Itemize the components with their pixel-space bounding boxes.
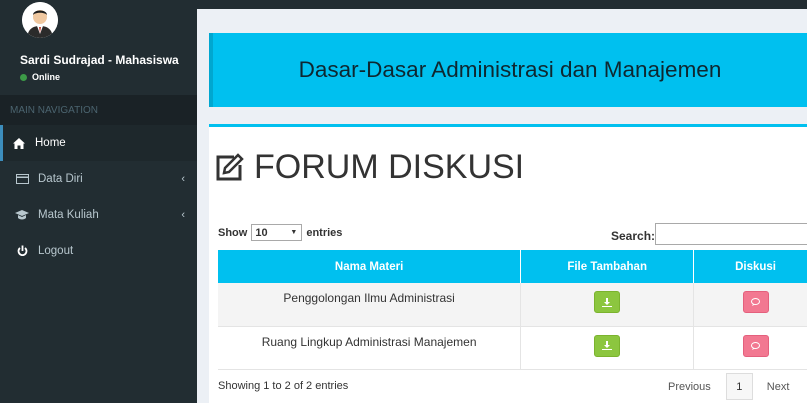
online-status-icon [20, 73, 27, 81]
previous-page-button[interactable]: Previous [668, 381, 711, 393]
page-title-text: FORUM DISKUSI [254, 148, 525, 186]
column-header-diskusi[interactable]: Diskusi [693, 250, 807, 283]
comment-icon [751, 341, 761, 350]
column-header-nama-materi[interactable]: Nama Materi [218, 250, 522, 283]
next-page-button[interactable]: Next [767, 381, 790, 393]
cell-nama-materi: Penggolongan Ilmu Administrasi [218, 283, 522, 327]
sidebar-item-home[interactable]: Home [0, 125, 197, 161]
comment-icon [751, 298, 761, 306]
user-panel: Sardi Sudrajad - Mahasiswa Online [0, 0, 197, 95]
download-button[interactable] [594, 291, 621, 313]
chevron-left-icon: ‹ [181, 209, 185, 221]
materi-table: Nama Materi File Tambahan Diskusi Penggo… [218, 250, 807, 370]
chevron-down-icon: ▼ [290, 229, 298, 236]
sidebar-menu: Home Data Diri ‹ Mata Kuliah ‹ Logout [0, 125, 197, 269]
cell-file [520, 326, 695, 370]
sidebar: Sardi Sudrajad - Mahasiswa Online MAIN N… [0, 0, 197, 403]
sidebar-item-label: Home [35, 137, 66, 149]
download-icon [602, 297, 613, 307]
entries-select[interactable]: 10 ▼ [251, 224, 303, 241]
cell-file [520, 283, 695, 327]
power-icon [15, 244, 29, 258]
table-info: Showing 1 to 2 of 2 entries [218, 380, 349, 392]
search-input[interactable] [655, 223, 807, 245]
edit-icon [214, 152, 244, 183]
home-icon [12, 136, 26, 150]
sidebar-item-data-diri[interactable]: Data Diri ‹ [0, 161, 197, 197]
sidebar-item-label: Mata Kuliah [38, 209, 99, 221]
table-header-row: Nama Materi File Tambahan Diskusi [218, 250, 807, 283]
search-label: Search: [611, 229, 656, 243]
sidebar-item-label: Data Diri [38, 173, 83, 185]
entries-length-control: Show 10 ▼ entries [218, 224, 342, 241]
page-title: FORUM DISKUSI [214, 148, 524, 187]
page-button-1[interactable]: 1 [725, 373, 753, 400]
id-card-icon [15, 172, 29, 186]
graduation-cap-icon [15, 208, 29, 222]
entries-label: entries [306, 226, 343, 239]
column-header-file-tambahan[interactable]: File Tambahan [520, 250, 695, 283]
discussion-button[interactable] [742, 334, 769, 357]
cell-diskusi [693, 283, 807, 327]
cell-nama-materi: Ruang Lingkup Administrasi Manajemen [218, 326, 522, 370]
entries-select-value: 10 [255, 226, 268, 239]
user-avatar [22, 2, 58, 38]
download-button[interactable] [594, 334, 621, 357]
show-label: Show [218, 226, 248, 239]
top-navbar [197, 0, 807, 9]
pagination: Previous 1 Next [668, 373, 789, 400]
discussion-button[interactable] [742, 291, 769, 313]
sidebar-item-logout[interactable]: Logout [0, 233, 197, 269]
user-status: Online [20, 72, 60, 82]
sidebar-item-mata-kuliah[interactable]: Mata Kuliah ‹ [0, 197, 197, 233]
chevron-left-icon: ‹ [181, 173, 185, 185]
download-icon [602, 341, 613, 350]
table-row: Penggolongan Ilmu Administrasi [218, 283, 807, 327]
user-name: Sardi Sudrajad - Mahasiswa [20, 53, 179, 67]
nav-header: MAIN NAVIGATION [0, 95, 197, 125]
cell-diskusi [693, 326, 807, 370]
course-banner: Dasar-Dasar Administrasi dan Manajemen [209, 33, 807, 107]
sidebar-item-label: Logout [38, 245, 74, 257]
user-status-label: Online [32, 72, 61, 82]
table-row: Ruang Lingkup Administrasi Manajemen [218, 326, 807, 370]
course-title: Dasar-Dasar Administrasi dan Manajemen [298, 57, 722, 82]
